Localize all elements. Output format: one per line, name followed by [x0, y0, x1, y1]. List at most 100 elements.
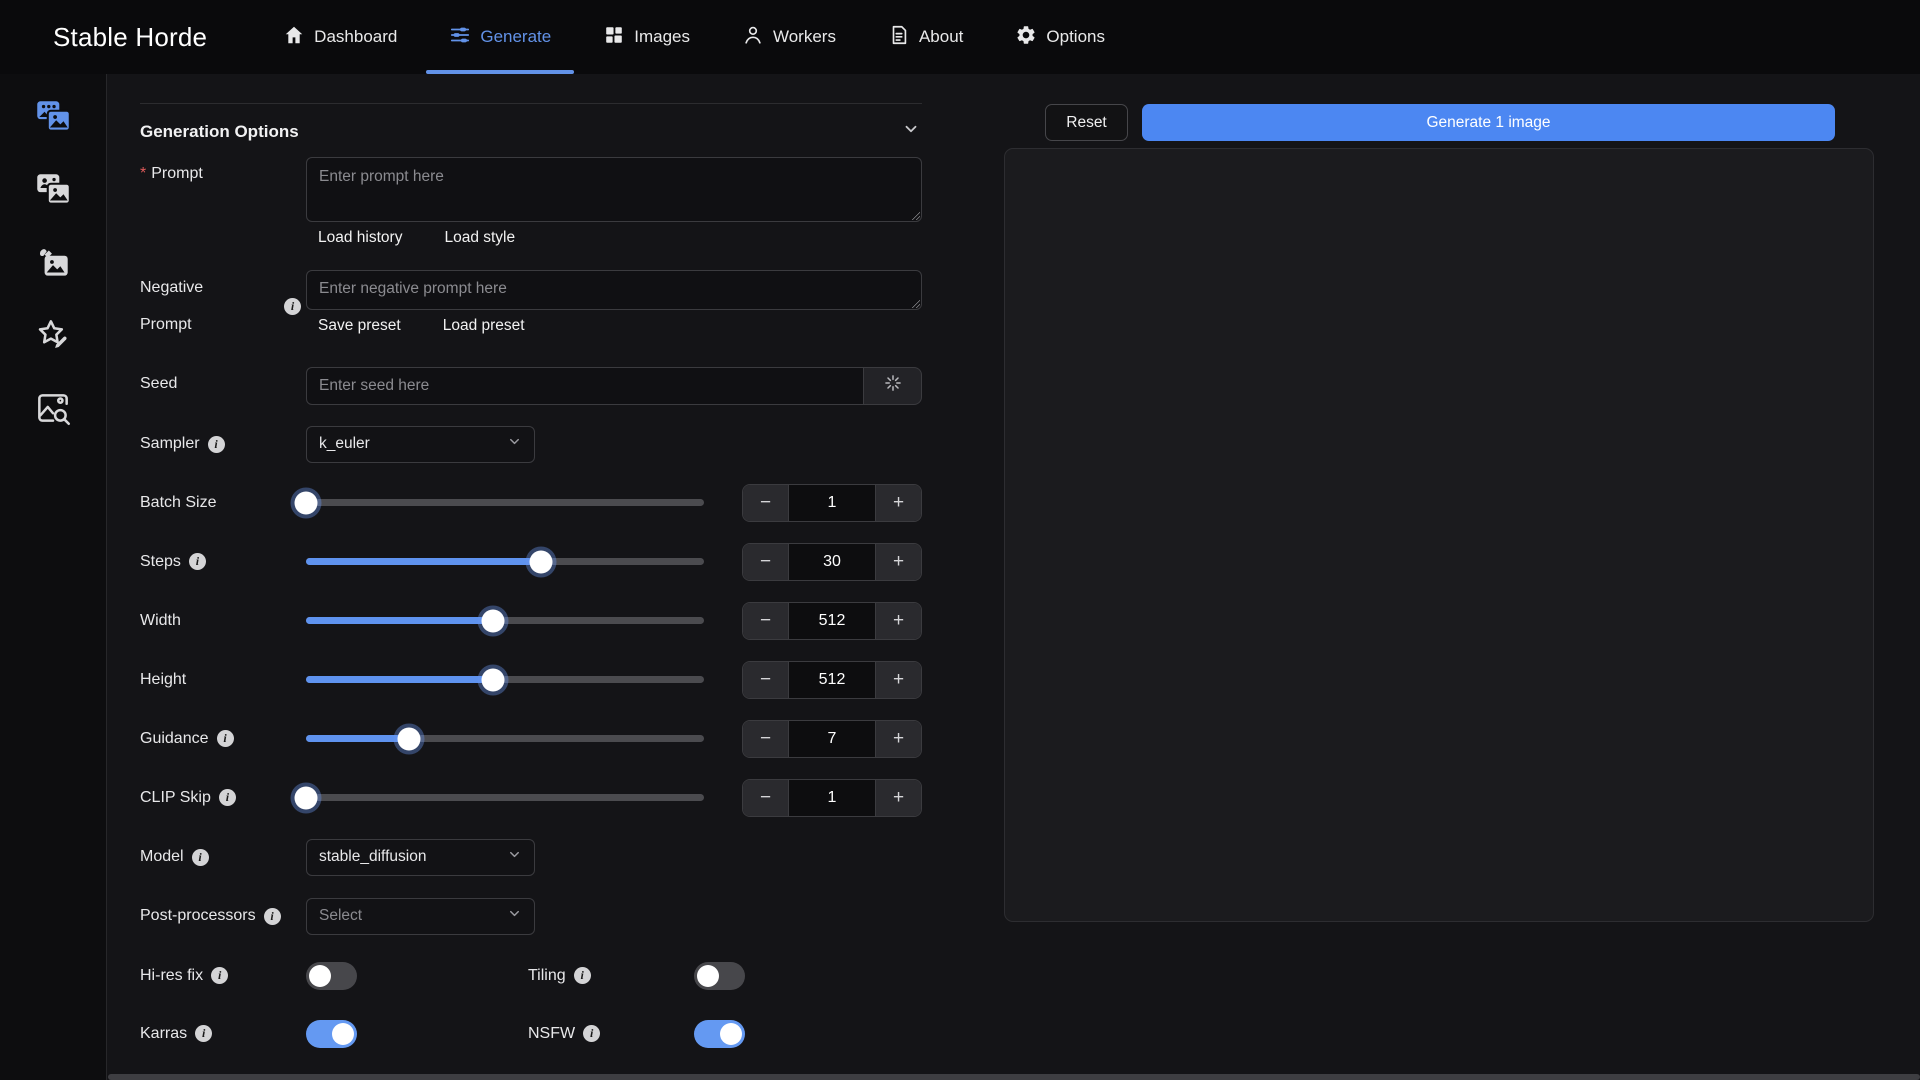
clip-skip-stepper: − 1 +: [742, 779, 922, 817]
sliders-icon: [449, 24, 471, 51]
decrement-button[interactable]: −: [743, 662, 789, 698]
info-icon[interactable]: i: [208, 436, 225, 453]
generation-options-header[interactable]: Generation Options: [140, 103, 922, 157]
guidance-slider[interactable]: [306, 720, 704, 758]
home-icon: [283, 24, 305, 51]
increment-button[interactable]: +: [875, 485, 921, 521]
steps-slider[interactable]: [306, 543, 704, 581]
height-label: Height: [140, 671, 186, 689]
info-icon[interactable]: i: [284, 298, 301, 315]
load-history-link[interactable]: Load history: [318, 229, 402, 247]
toggle-row-2: Karrasi NSFWi: [140, 1020, 922, 1048]
sampler-row: Sampler i k_euler: [140, 426, 922, 463]
sparkle-icon: [883, 373, 903, 398]
increment-button[interactable]: +: [875, 544, 921, 580]
seed-input[interactable]: [306, 367, 864, 405]
nav-item-label: Workers: [773, 27, 836, 47]
info-icon[interactable]: i: [217, 730, 234, 747]
slider-handle[interactable]: [295, 786, 318, 809]
load-preset-link[interactable]: Load preset: [443, 317, 525, 335]
info-icon[interactable]: i: [192, 849, 209, 866]
steps-label: Steps: [140, 553, 181, 571]
tiling-toggle[interactable]: [694, 962, 745, 990]
batch-size-stepper: − 1 +: [742, 484, 922, 522]
slider-handle[interactable]: [482, 609, 505, 632]
info-icon[interactable]: i: [264, 908, 281, 925]
height-slider[interactable]: [306, 661, 704, 699]
increment-button[interactable]: +: [875, 603, 921, 639]
nav-item-dashboard[interactable]: Dashboard: [257, 0, 423, 74]
karras-toggle[interactable]: [306, 1020, 357, 1048]
rate-images-icon: [32, 314, 74, 361]
model-select[interactable]: stable_diffusion: [306, 839, 535, 876]
required-marker: *: [140, 165, 146, 183]
negative-prompt-input[interactable]: [306, 270, 922, 310]
sidebar-item-img2img[interactable]: [31, 169, 75, 213]
batch-size-slider[interactable]: [306, 484, 704, 522]
height-value[interactable]: 512: [789, 662, 875, 698]
slider-handle[interactable]: [398, 727, 421, 750]
chevron-down-icon: [902, 120, 920, 143]
decrement-button[interactable]: −: [743, 544, 789, 580]
info-icon[interactable]: i: [195, 1025, 212, 1042]
person-icon: [742, 24, 764, 51]
sidebar-item-interrogate[interactable]: [31, 388, 75, 432]
decrement-button[interactable]: −: [743, 780, 789, 816]
batch-size-label: Batch Size: [140, 494, 216, 512]
document-icon: [888, 24, 910, 51]
resize-handle[interactable]: [909, 297, 920, 308]
info-icon[interactable]: i: [189, 553, 206, 570]
slider-handle[interactable]: [295, 491, 318, 514]
gear-icon: [1015, 24, 1037, 51]
info-icon[interactable]: i: [583, 1025, 600, 1042]
nav-item-label: Generate: [480, 27, 551, 47]
decrement-button[interactable]: −: [743, 485, 789, 521]
karras-label: Karras: [140, 1025, 187, 1043]
clip-skip-label: CLIP Skip: [140, 789, 211, 807]
decrement-button[interactable]: −: [743, 721, 789, 757]
increment-button[interactable]: +: [875, 662, 921, 698]
nsfw-toggle[interactable]: [694, 1020, 745, 1048]
steps-stepper: − 30 +: [742, 543, 922, 581]
nav-item-about[interactable]: About: [862, 0, 989, 74]
slider-handle[interactable]: [482, 668, 505, 691]
nav-item-workers[interactable]: Workers: [716, 0, 862, 74]
info-icon[interactable]: i: [574, 967, 591, 984]
prompt-input[interactable]: [306, 157, 922, 222]
increment-button[interactable]: +: [875, 780, 921, 816]
save-preset-link[interactable]: Save preset: [318, 317, 401, 335]
width-value[interactable]: 512: [789, 603, 875, 639]
model-row: Model i stable_diffusion: [140, 839, 922, 876]
steps-value[interactable]: 30: [789, 544, 875, 580]
hires-fix-toggle[interactable]: [306, 962, 357, 990]
nav-item-generate[interactable]: Generate: [423, 0, 577, 74]
sidebar-item-text2img[interactable]: [31, 96, 75, 140]
increment-button[interactable]: +: [875, 721, 921, 757]
nav-item-images[interactable]: Images: [577, 0, 716, 74]
sidebar-item-rate[interactable]: [31, 315, 75, 359]
seed-row: Seed: [140, 367, 922, 405]
reset-button[interactable]: Reset: [1045, 104, 1128, 141]
nav-item-label: About: [919, 27, 963, 47]
info-icon[interactable]: i: [219, 789, 236, 806]
slider-handle[interactable]: [529, 550, 552, 573]
clip-skip-value[interactable]: 1: [789, 780, 875, 816]
width-slider[interactable]: [306, 602, 704, 640]
horizontal-scrollbar[interactable]: [108, 1074, 1920, 1080]
sampler-select[interactable]: k_euler: [306, 426, 535, 463]
chevron-down-icon: [507, 434, 522, 454]
generate-button[interactable]: Generate 1 image: [1142, 104, 1835, 141]
clip-skip-slider[interactable]: [306, 779, 704, 817]
batch-size-value[interactable]: 1: [789, 485, 875, 521]
decrement-button[interactable]: −: [743, 603, 789, 639]
nsfw-label: NSFW: [528, 1025, 575, 1043]
guidance-value[interactable]: 7: [789, 721, 875, 757]
load-style-link[interactable]: Load style: [444, 229, 515, 247]
randomize-seed-button[interactable]: [864, 367, 922, 405]
resize-handle[interactable]: [909, 209, 920, 220]
nav-item-options[interactable]: Options: [989, 0, 1131, 74]
sidebar-item-inpainting[interactable]: [31, 242, 75, 286]
inpainting-icon: [32, 241, 74, 288]
post-processors-select[interactable]: Select: [306, 898, 535, 935]
info-icon[interactable]: i: [211, 967, 228, 984]
